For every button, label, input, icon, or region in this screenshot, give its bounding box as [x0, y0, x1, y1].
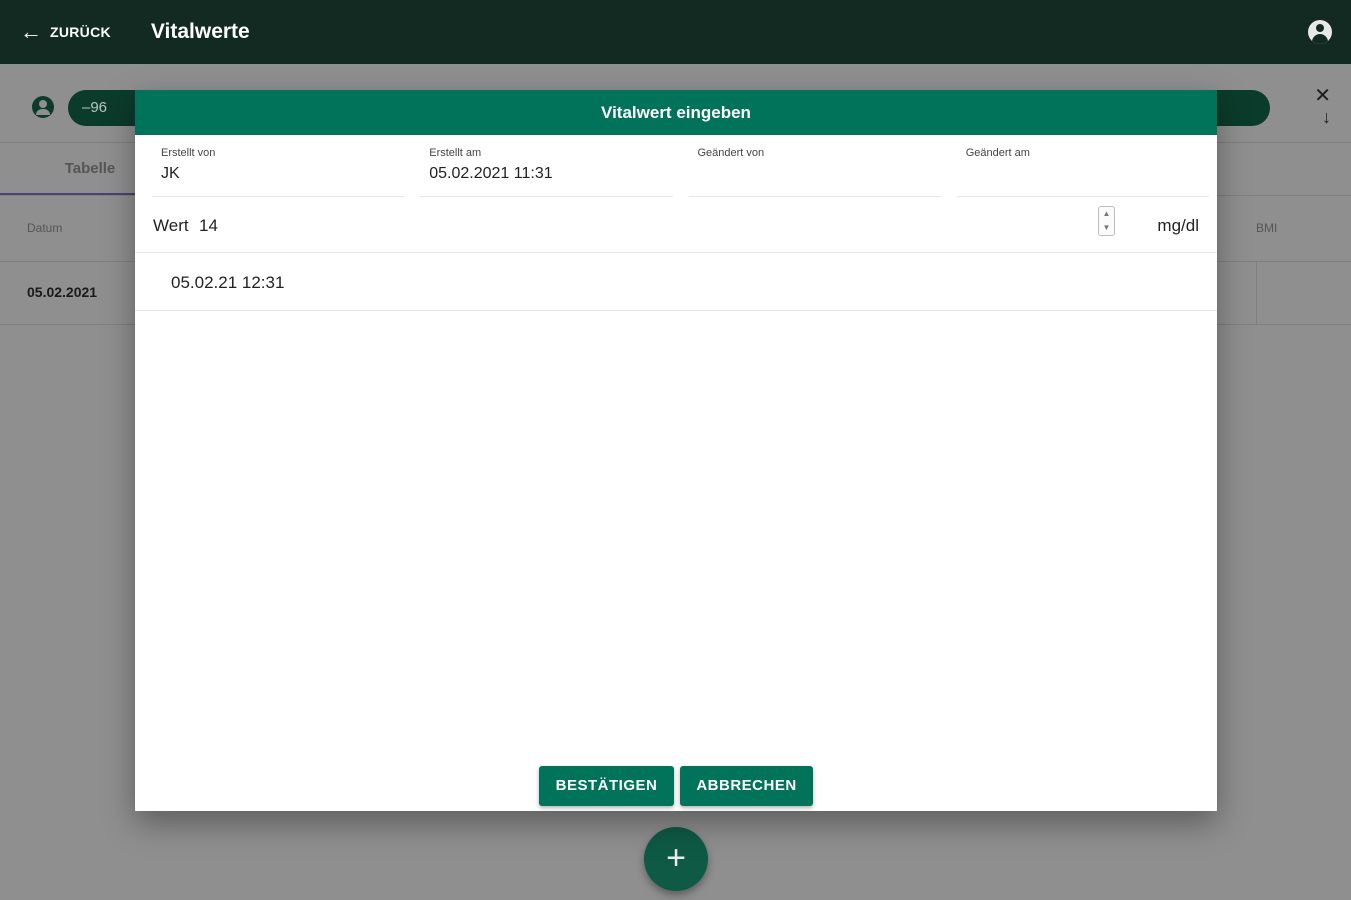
wert-input-row: Wert 14 ▲ ▼ mg/dl [135, 197, 1217, 253]
field-value: JK [161, 165, 180, 182]
field-label: Erstellt am [429, 147, 482, 159]
field-value: 05.02.2021 11:31 [429, 165, 553, 182]
wert-label: Wert [153, 216, 189, 235]
arrow-down-icon[interactable]: ↓ [1322, 108, 1331, 126]
back-label: ZURÜCK [50, 24, 111, 40]
cancel-button[interactable]: ABBRECHEN [680, 766, 813, 806]
column-header-bmi: BMI [1256, 221, 1278, 235]
field-label: Erstellt von [161, 147, 216, 159]
meta-fields: Erstellt von JK Erstellt am 05.02.2021 1… [135, 135, 1217, 197]
chevron-down-icon[interactable]: ▼ [1099, 221, 1114, 235]
column-header-datum: Datum [27, 221, 63, 235]
changed-at-field: Geändert am [956, 135, 1209, 197]
vitalwert-dialog: Vitalwert eingeben Erstellt von JK Erste… [135, 90, 1217, 811]
add-button[interactable]: + [644, 827, 708, 891]
account-icon[interactable] [1308, 20, 1332, 44]
datetime-input[interactable]: 05.02.21 12:31 [171, 273, 284, 293]
page-title: Vitalwerte [150, 20, 250, 43]
chevron-up-icon[interactable]: ▲ [1099, 207, 1114, 221]
field-label: Geändert am [965, 147, 1030, 159]
number-stepper[interactable]: ▲ ▼ [1098, 206, 1115, 236]
plus-icon: + [666, 839, 686, 877]
divider [1256, 262, 1257, 324]
wert-input[interactable]: 14 [199, 216, 218, 236]
tab-tabelle[interactable]: Tabelle [0, 144, 136, 194]
person-icon [32, 96, 54, 118]
app-bar: ← ZURÜCK Vitalwerte [0, 0, 1351, 64]
table-row-date[interactable]: 05.02.2021 [27, 284, 97, 300]
confirm-button[interactable]: BESTÄTIGEN [539, 766, 674, 806]
datetime-row[interactable]: 05.02.21 12:31 [135, 253, 1217, 311]
field-label: Geändert von [697, 147, 765, 159]
changed-by-field: Geändert von [688, 135, 941, 197]
arrow-back-icon: ← [20, 19, 42, 44]
back-button[interactable]: ← ZURÜCK [20, 21, 111, 43]
pill-value: –96 [82, 99, 108, 116]
close-icon[interactable]: ✕ [1314, 86, 1331, 106]
tab-label: Tabelle [64, 160, 116, 177]
created-at-field: Erstellt am 05.02.2021 11:31 [420, 135, 673, 197]
unit-label: mg/dl [1157, 216, 1199, 235]
created-by-field: Erstellt von JK [152, 135, 405, 197]
dialog-title: Vitalwert eingeben [135, 90, 1217, 135]
